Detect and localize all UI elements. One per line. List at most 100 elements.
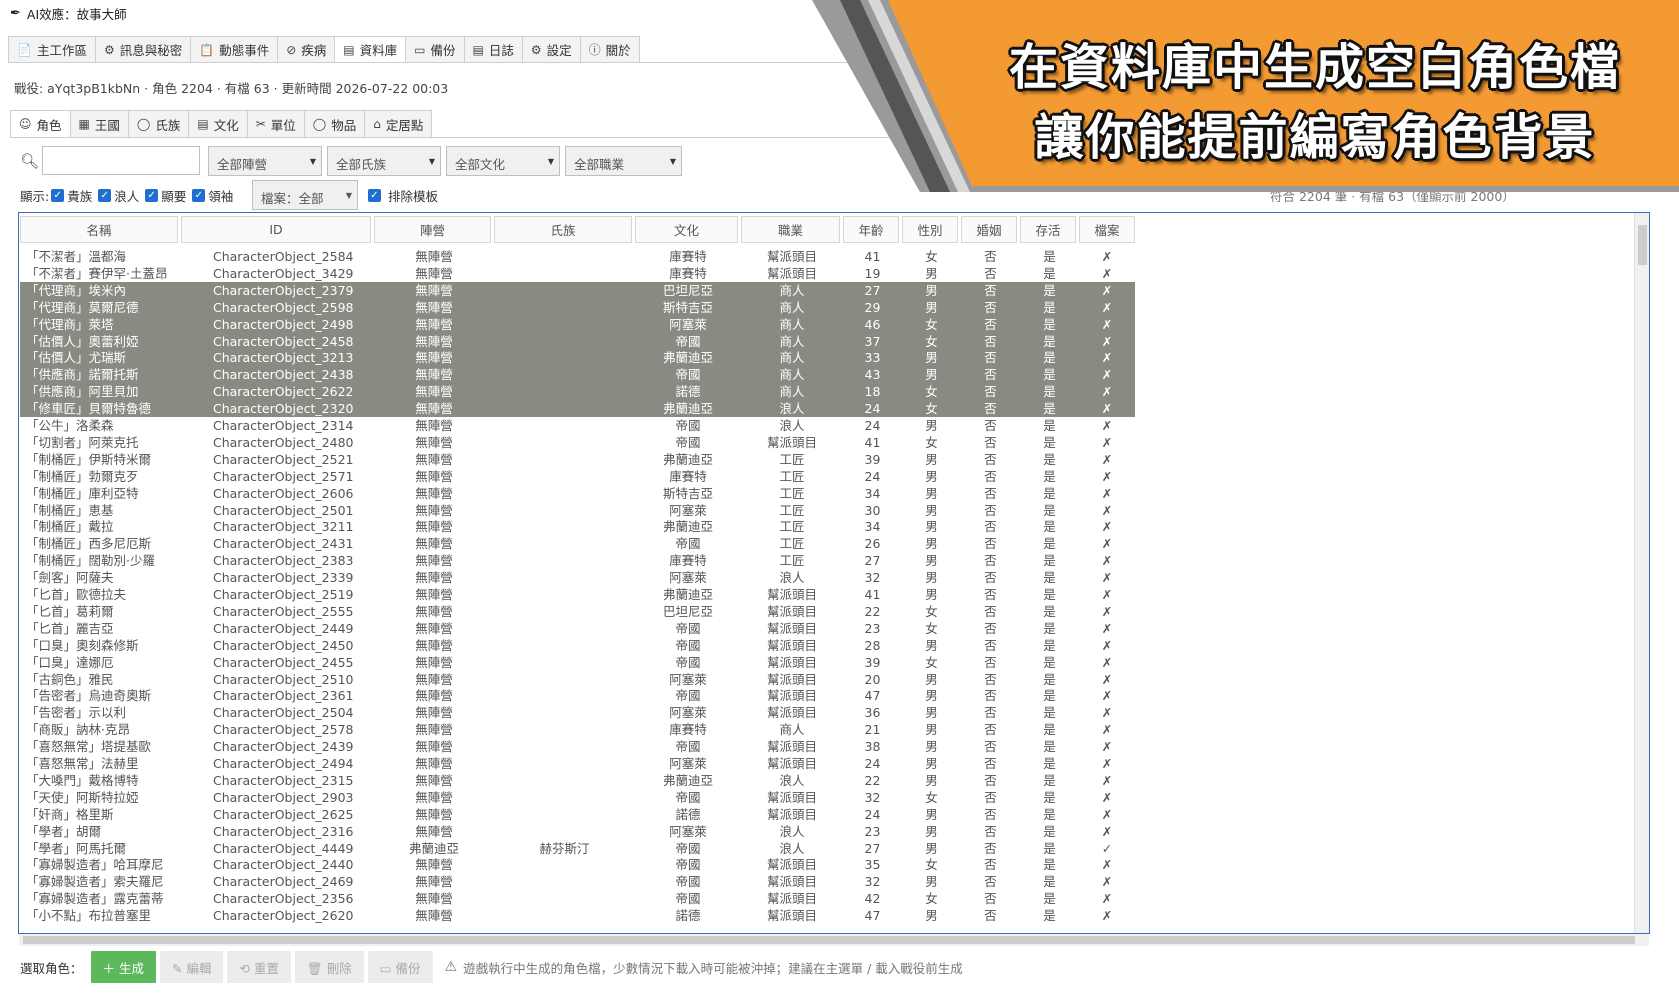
tab-main-1[interactable]: ⚙ 訊息與秘密 <box>94 36 192 63</box>
table-row[interactable]: 「匕首」麗吉亞 CharacterObject_2449 無陣營 帝國 幫派頭目 23 女 否… <box>20 620 1135 637</box>
tab-main-3[interactable]: ⊘ 疾病 <box>277 36 336 63</box>
table-row[interactable]: 「告密者」示以利 CharacterObject_2504 無陣營 阿塞萊 幫派頭目 36… <box>20 704 1135 721</box>
noble-checkbox[interactable]: ✓ <box>51 189 65 202</box>
profession-dropdown[interactable]: 全部職業 ▼ <box>565 146 682 176</box>
scrollbar-thumb[interactable] <box>1638 225 1647 265</box>
table-row[interactable]: 「古銅色」雅民 CharacterObject_2510 無陣營 阿塞萊 幫派頭目 20 男… <box>20 671 1135 688</box>
cell-1: CharacterObject_2469 <box>213 874 354 890</box>
table-row[interactable]: 「不潔者」賽伊罕·土蓋昂 CharacterObject_3429 無陣營 庫賽特 幫派… <box>20 265 1135 282</box>
table-row[interactable]: 「代理商」埃米內 CharacterObject_2379 無陣營 巴坦尼亞 商人 27 男… <box>20 281 1135 299</box>
table-row[interactable]: 「口臭」達娜厄 CharacterObject_2455 無陣營 帝國 幫派頭目 39 女 否… <box>20 654 1135 671</box>
table-row[interactable]: 「喜怒無常」塔提基歐 CharacterObject_2439 無陣營 帝國 幫派頭目 3… <box>20 738 1135 755</box>
tab-sub-0[interactable]: ☺ 角色 <box>10 110 71 138</box>
column-header[interactable]: 職業 <box>741 216 840 243</box>
file-filter-dropdown[interactable]: 檔案：全部 ▼ <box>252 180 358 210</box>
table-row[interactable]: 「代理商」萊塔 CharacterObject_2498 無陣營 阿塞萊 商人 46 女 否 是… <box>20 315 1135 333</box>
table-row[interactable]: 「制桶匠」西多尼厄斯 CharacterObject_2431 無陣營 帝國 工匠 26 男… <box>20 535 1135 552</box>
table-row[interactable]: 「喜怒無常」法赫里 CharacterObject_2494 無陣營 阿塞萊 幫派頭目 2… <box>20 755 1135 772</box>
cell-0: 「不潔者」賽伊罕·土蓋昂 <box>26 265 168 281</box>
table-row[interactable]: 「切割者」阿萊克托 CharacterObject_2480 無陣營 帝國 幫派頭目 41… <box>20 434 1135 451</box>
column-header[interactable]: 性別 <box>902 216 958 243</box>
table-row[interactable]: 「制桶匠」恵基 CharacterObject_2501 無陣營 阿塞萊 工匠 30 男 否 是… <box>20 502 1135 519</box>
tab-main-0[interactable]: 📄 主工作區 <box>8 36 96 63</box>
cell-1: CharacterObject_2625 <box>213 806 354 822</box>
table-row[interactable]: 「制桶匠」勃爾克歹 CharacterObject_2571 無陣營 庫賽特 工匠 24 男… <box>20 468 1135 485</box>
table-row[interactable]: 「寡婦製造者」哈耳摩尼 CharacterObject_2440 無陣營 帝國 幫派頭目… <box>20 856 1135 873</box>
column-header[interactable]: 存活 <box>1020 216 1076 243</box>
clan-dropdown[interactable]: 全部氏族 ▼ <box>327 146 441 176</box>
table-row[interactable]: 「匕首」葛莉爾 CharacterObject_2555 無陣營 巴坦尼亞 幫派頭目 22… <box>20 603 1135 620</box>
wanderer-checkbox[interactable]: ✓ <box>98 189 112 202</box>
column-header[interactable]: 名稱 <box>20 216 178 243</box>
table-row[interactable]: 「寡婦製造者」索夫羅尼 CharacterObject_2469 無陣營 帝國 幫派頭目… <box>20 873 1135 890</box>
camp-dropdown[interactable]: 全部陣營 ▼ <box>208 146 322 176</box>
table-row[interactable]: 「制桶匠」闊勒別·少羅 CharacterObject_2383 無陣營 庫賽特 工匠 2… <box>20 552 1135 569</box>
notable-checkbox[interactable]: ✓ <box>145 189 159 202</box>
tab-main-5[interactable]: ▭ 備份 <box>405 36 465 63</box>
search-input[interactable] <box>42 146 200 175</box>
cell-4: 阿塞萊 <box>669 823 707 839</box>
vertical-scrollbar[interactable] <box>1634 213 1649 933</box>
column-header[interactable]: 婚姻 <box>961 216 1017 243</box>
cell-4: 帝國 <box>675 367 701 383</box>
table-row[interactable]: 「小不點」布拉普塞里 CharacterObject_2620 無陣營 諾德 幫派頭目 4… <box>20 907 1135 924</box>
cell-2: 無陣營 <box>415 384 453 400</box>
table-row[interactable]: 「天使」阿斯特拉婭 CharacterObject_2903 無陣營 帝國 幫派頭目 32… <box>20 789 1135 806</box>
table-row[interactable]: 「估價人」尤瑞斯 CharacterObject_3213 無陣營 弗蘭迪亞 商人 33 男… <box>20 349 1135 367</box>
table-row[interactable]: 「奸商」格里斯 CharacterObject_2625 無陣營 諾德 幫派頭目 24 男 否… <box>20 806 1135 823</box>
tab-sub-4[interactable]: ✂ 單位 <box>246 110 305 138</box>
tab-main-8[interactable]: ⓘ 關於 <box>579 36 640 63</box>
backup-button[interactable]: ▭ 備份 <box>367 951 433 983</box>
table-row[interactable]: 「公牛」洛柔森 CharacterObject_2314 無陣營 帝國 浪人 24 男 否 是 ✗ <box>20 417 1135 434</box>
table-row[interactable]: 「學者」胡爾 CharacterObject_2316 無陣營 阿塞萊 浪人 23 男 否 是 ✗ <box>20 823 1135 840</box>
table-row[interactable]: 「制桶匠」庫利亞特 CharacterObject_2606 無陣營 斯特吉亞 工匠 34… <box>20 485 1135 502</box>
culture-dropdown[interactable]: 全部文化 ▼ <box>446 146 560 176</box>
cell-6: 21 <box>864 722 881 738</box>
tab-main-2[interactable]: 📋 動態事件 <box>190 36 279 63</box>
column-header[interactable]: 陣營 <box>374 216 491 243</box>
tab-sub-6[interactable]: ⌂ 定居點 <box>364 110 433 138</box>
table-row[interactable]: 「商販」訥林·克昂 CharacterObject_2578 無陣營 庫賽特 商人 21 男… <box>20 721 1135 738</box>
table-row[interactable]: 「制桶匠」戴拉 CharacterObject_3211 無陣營 弗蘭迪亞 工匠 34 男 否… <box>20 518 1135 535</box>
tab-sub-2[interactable]: ◯ 氏族 <box>127 110 190 138</box>
generate-button[interactable]: ＋ 生成 <box>90 951 156 983</box>
table-row[interactable]: 「供應商」諾爾托斯 CharacterObject_2438 無陣營 帝國 商人 43 男 否… <box>20 366 1135 384</box>
delete-button[interactable]: 🗑 刪除 <box>294 951 364 983</box>
column-header[interactable]: 年齡 <box>843 216 899 243</box>
column-header[interactable]: 檔案 <box>1079 216 1135 243</box>
cell-3 <box>494 518 635 535</box>
exclude-templates-checkbox[interactable]: ✓ <box>368 189 381 202</box>
cell-5: 商人 <box>779 333 805 349</box>
horizontal-scrollbar[interactable] <box>19 934 1649 946</box>
reset-button[interactable]: ⟲ 重置 <box>227 951 291 983</box>
table-row[interactable]: 「學者」阿馬托爾 CharacterObject_4449 弗蘭迪亞 赫芬斯汀 帝國 浪人… <box>20 840 1135 857</box>
table-row[interactable]: 「寡婦製造者」露克蕾蒂 CharacterObject_2356 無陣營 帝國 幫派頭目… <box>20 890 1135 907</box>
table-row[interactable]: 「估價人」奧蕾利婭 CharacterObject_2458 無陣營 帝國 商人 37 女 否… <box>20 332 1135 350</box>
cell-0: 「學者」阿馬托爾 <box>26 840 127 856</box>
edit-button[interactable]: ✎ 編輯 <box>160 951 224 983</box>
column-header[interactable]: 氏族 <box>494 216 632 243</box>
table-row[interactable]: 「不潔者」溫都海 CharacterObject_2584 無陣營 庫賽特 幫派頭目 41… <box>20 248 1135 265</box>
table-row[interactable]: 「供應商」阿里貝加 CharacterObject_2622 無陣營 諾德 商人 18 女 否… <box>20 383 1135 401</box>
table-row[interactable]: 「口臭」奧刻森修斯 CharacterObject_2450 無陣營 帝國 幫派頭目 28… <box>20 637 1135 654</box>
table-row[interactable]: 「匕首」歐德拉夫 CharacterObject_2519 無陣營 弗蘭迪亞 幫派頭目 4… <box>20 586 1135 603</box>
tab-main-7[interactable]: ⚙ 設定 <box>521 36 581 63</box>
cell-8: 否 <box>984 367 997 383</box>
table-row[interactable]: 「告密者」烏迪奇奧斯 CharacterObject_2361 無陣營 帝國 幫派頭目 4… <box>20 687 1135 704</box>
cell-0: 「供應商」阿里貝加 <box>26 384 139 400</box>
column-header[interactable]: ID <box>181 216 371 243</box>
tab-main-6[interactable]: ▤ 日誌 <box>463 36 523 63</box>
column-header[interactable]: 文化 <box>635 216 738 243</box>
tab-sub-1[interactable]: ▦ 王國 <box>69 110 129 138</box>
tab-main-4[interactable]: ▤ 資料庫 <box>334 36 407 63</box>
table-row[interactable]: 「制桶匠」伊斯特米爾 CharacterObject_2521 無陣營 弗蘭迪亞 工匠 3… <box>20 451 1135 468</box>
table-row[interactable]: 「劍客」阿薩夫 CharacterObject_2339 無陣營 阿塞萊 浪人 32 男 否 是… <box>20 569 1135 586</box>
tab-sub-3[interactable]: ▤ 文化 <box>188 110 248 138</box>
scrollbar-thumb[interactable] <box>23 936 1635 944</box>
tab-sub-5[interactable]: ◯ 物品 <box>303 110 366 138</box>
cell-3 <box>494 502 635 519</box>
table-row[interactable]: 「代理商」莫爾尼德 CharacterObject_2598 無陣營 斯特吉亞 商人 29… <box>20 298 1135 316</box>
table-row[interactable]: 「大嗓門」戴格博特 CharacterObject_2315 無陣營 弗蘭迪亞 浪人 22… <box>20 772 1135 789</box>
table-row[interactable]: 「修車匠」貝爾特魯德 CharacterObject_2320 無陣營 弗蘭迪亞 浪人 2… <box>20 400 1135 418</box>
leader-checkbox[interactable]: ✓ <box>192 189 206 202</box>
